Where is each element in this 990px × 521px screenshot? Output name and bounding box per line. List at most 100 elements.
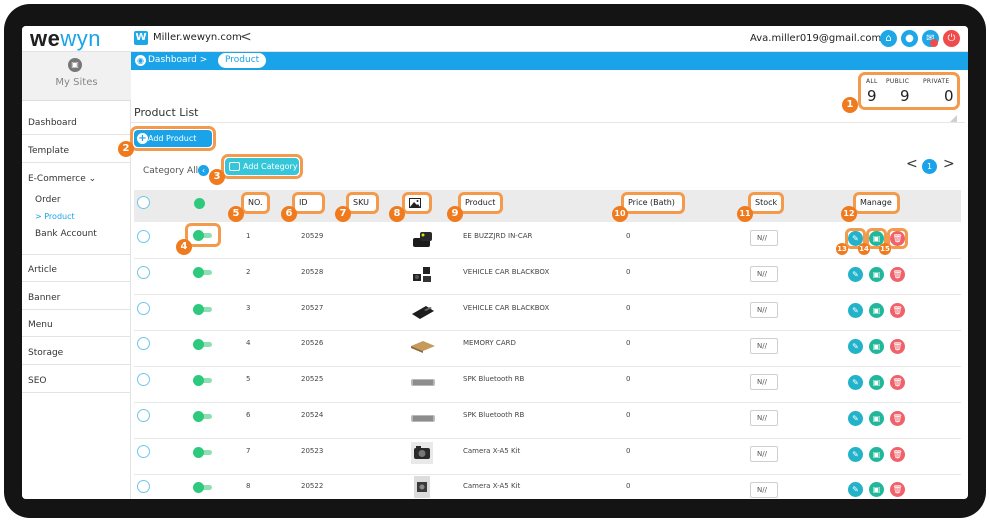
dashboard-icon[interactable]: ◉ [135, 55, 146, 66]
publish-toggle[interactable] [193, 304, 213, 315]
sidebar-item-ecommerce[interactable]: E-Commerce ⌄ [28, 174, 96, 184]
my-sites-button[interactable]: ▣ My Sites [22, 52, 131, 101]
sidebar-divider [22, 134, 130, 135]
pager-next-button[interactable]: > [943, 156, 955, 172]
stock-input[interactable]: N// [750, 374, 778, 390]
cell-product[interactable]: MEMORY CARD [463, 339, 516, 347]
header-id[interactable]: ID [292, 192, 325, 214]
cell-product[interactable]: Camera X-A5 Kit [463, 447, 520, 455]
annotation-marker-7: 7 [335, 206, 351, 222]
breadcrumb-dashboard[interactable]: Dashboard > [148, 55, 207, 65]
publish-toggle[interactable] [193, 411, 213, 422]
sidebar-item-product[interactable]: > Product [35, 212, 75, 221]
sidebar-item-storage[interactable]: Storage [28, 348, 63, 358]
edit-icon[interactable]: ✎ [848, 375, 863, 390]
sidebar-item-banner[interactable]: Banner [28, 293, 60, 303]
image-icon [409, 198, 421, 208]
pager-prev-button[interactable]: < [906, 156, 918, 172]
publish-toggle[interactable] [193, 230, 213, 241]
edit-icon[interactable]: ✎ [848, 339, 863, 354]
edit-icon[interactable]: ✎ [848, 482, 863, 497]
preview-icon[interactable]: ▣ [869, 411, 884, 426]
stock-input[interactable]: N// [750, 446, 778, 462]
header-price[interactable]: Price (Bath) [621, 192, 685, 214]
row-checkbox[interactable] [137, 302, 150, 315]
delete-icon[interactable]: 🗑 [890, 267, 905, 282]
sidebar-item-template[interactable]: Template [28, 146, 69, 156]
row-checkbox[interactable] [137, 337, 150, 350]
edit-icon[interactable]: ✎ [848, 447, 863, 462]
row-checkbox[interactable] [137, 266, 150, 279]
site-name[interactable]: Miller.wewyn.com [153, 32, 242, 43]
chevron-left-icon[interactable]: ‹ [198, 165, 209, 176]
sidebar-item-menu[interactable]: Menu [28, 320, 53, 330]
page-title: Product List [134, 106, 199, 119]
publish-toggle[interactable] [193, 447, 213, 458]
header-stock[interactable]: Stock [748, 192, 784, 214]
preview-icon[interactable]: ▣ [869, 303, 884, 318]
preview-icon[interactable]: ▣ [869, 267, 884, 282]
row-checkbox[interactable] [137, 373, 150, 386]
category-icon [229, 162, 240, 171]
header-no[interactable]: NO. [241, 192, 270, 214]
sidebar-item-dashboard[interactable]: Dashboard [28, 118, 77, 128]
stock-input[interactable]: N// [750, 410, 778, 426]
cell-product[interactable]: Camera X-A5 Kit [463, 482, 520, 490]
preview-icon[interactable]: ▣ [869, 482, 884, 497]
sidebar-item-seo[interactable]: SEO [28, 376, 46, 386]
home-icon[interactable]: ⌂ [880, 30, 897, 47]
preview-icon[interactable]: ▣ [869, 447, 884, 462]
camera-kit-thumbnail [411, 442, 433, 464]
delete-icon[interactable]: 🗑 [890, 482, 905, 497]
stock-input[interactable]: N// [750, 302, 778, 318]
header-product[interactable]: Product [458, 192, 503, 214]
preview-icon[interactable]: ▣ [869, 375, 884, 390]
preview-icon[interactable]: ▣ [869, 339, 884, 354]
row-checkbox[interactable] [137, 480, 150, 493]
stock-input[interactable]: N// [750, 338, 778, 354]
add-category-button[interactable]: Add Category [225, 158, 299, 175]
cell-product[interactable]: VEHICLE CAR BLACKBOX [463, 268, 549, 276]
sidebar-item-order[interactable]: Order [35, 195, 61, 205]
cell-no: 1 [246, 232, 251, 240]
row-checkbox[interactable] [137, 409, 150, 422]
stock-input[interactable]: N// [750, 266, 778, 282]
top-bar: wewyn W Miller.wewyn.com < Ava.miller019… [22, 26, 968, 52]
select-all-checkbox[interactable] [137, 196, 150, 209]
edit-icon[interactable]: ✎ [848, 267, 863, 282]
publish-toggle[interactable] [193, 482, 213, 493]
cell-product[interactable]: SPK Bluetooth RB [463, 411, 524, 419]
publish-toggle[interactable] [193, 267, 213, 278]
sidebar-item-article[interactable]: Article [28, 265, 57, 275]
app-logo[interactable]: wewyn [30, 27, 101, 51]
cell-price: 0 [626, 232, 631, 240]
annotation-marker-9: 9 [447, 206, 463, 222]
publish-toggle[interactable] [193, 375, 213, 386]
header-sku[interactable]: SKU [346, 192, 379, 214]
edit-icon[interactable]: ✎ [848, 411, 863, 426]
category-filter[interactable]: Category All [143, 166, 198, 176]
delete-icon[interactable]: 🗑 [890, 375, 905, 390]
stock-input[interactable]: N// [750, 230, 778, 246]
stock-input[interactable]: N// [750, 482, 778, 498]
sidebar-item-bank-account[interactable]: Bank Account [35, 229, 97, 239]
cell-product[interactable]: SPK Bluetooth RB [463, 375, 524, 383]
collapse-sidebar-icon[interactable]: < [240, 29, 252, 45]
publish-toggle[interactable] [193, 339, 213, 350]
delete-icon[interactable]: 🗑 [890, 411, 905, 426]
delete-icon[interactable]: 🗑 [890, 303, 905, 318]
delete-icon[interactable]: 🗑 [890, 447, 905, 462]
row-checkbox[interactable] [137, 230, 150, 243]
row-checkbox[interactable] [137, 445, 150, 458]
cell-product[interactable]: EE BUZZJRD IN-CAR [463, 232, 532, 240]
dash-camera-thumbnail [413, 267, 431, 282]
edit-icon[interactable]: ✎ [848, 303, 863, 318]
pager-page-1[interactable]: 1 [922, 159, 937, 174]
breadcrumb: ◉ Dashboard > Product [131, 52, 968, 70]
cell-price: 0 [626, 447, 631, 455]
delete-icon[interactable]: 🗑 [890, 339, 905, 354]
cell-product[interactable]: VEHICLE CAR BLACKBOX [463, 304, 549, 312]
logout-icon[interactable]: ⏻ [943, 30, 960, 47]
add-product-button[interactable]: + Add Product [134, 130, 212, 147]
user-icon[interactable]: ● [901, 30, 918, 47]
